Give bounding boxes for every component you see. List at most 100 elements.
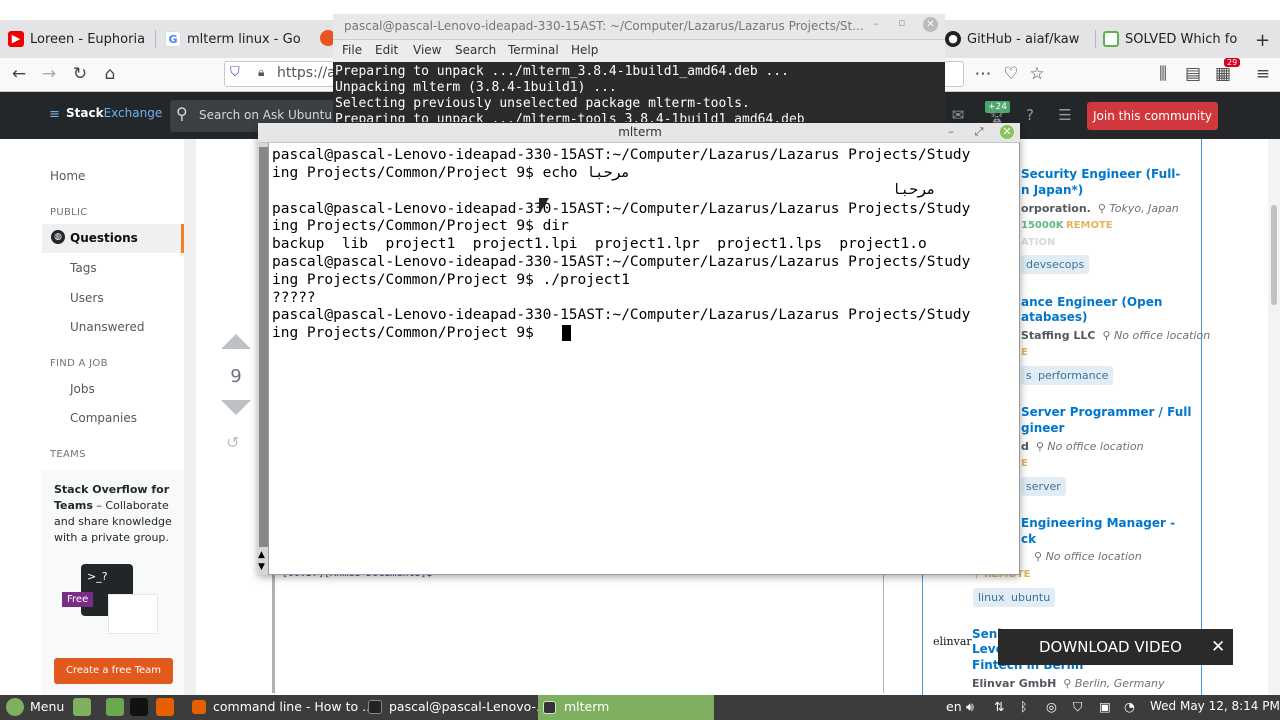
tab-label: Loreen - Euphoria — [30, 31, 146, 47]
create-team-button[interactable]: Create a free Team — [54, 658, 173, 684]
tab-github[interactable]: ● GitHub - aiaf/kaw — [945, 25, 1095, 53]
elinvar-logo: elinvar — [933, 635, 972, 648]
bluetooth-icon[interactable]: ᛒ — [1020, 699, 1028, 714]
join-community-button[interactable]: Join this community — [1087, 102, 1218, 130]
stackexchange-logo-icon: ≡ — [49, 107, 60, 122]
shield-icon[interactable]: ⛉ — [1073, 699, 1082, 715]
mlterm-scrollbar-thumb[interactable] — [259, 147, 268, 547]
pocket-icon[interactable]: ♡ — [998, 62, 1024, 86]
teams-promo-text: Stack Overflow for Teams – Collaborate a… — [54, 483, 172, 544]
nav-users[interactable]: Users — [70, 291, 104, 305]
minimize-icon[interactable]: – — [873, 17, 879, 30]
teams-card-icon — [108, 594, 158, 634]
job-company: Elinvar GmbH ⚲ Berlin, Germany — [972, 677, 1165, 690]
terminal-icon — [368, 700, 382, 714]
task-terminal[interactable]: pascal@pascal-Lenovo-... — [389, 699, 548, 714]
maximize-icon[interactable]: ▫ — [898, 16, 905, 29]
lock-icon[interactable]: 🔒︎ — [258, 65, 264, 80]
github-icon: ● — [945, 31, 961, 47]
terminal-output-line: Selecting previously unselected package … — [335, 96, 750, 111]
wifi-icon[interactable]: ◔ — [1124, 699, 1135, 714]
tab-mlterm-google[interactable]: G mlterm linux - Go ✕ — [165, 25, 305, 53]
job-title[interactable]: Server Programmer / Full — [1021, 405, 1192, 419]
new-tab-button[interactable]: + — [1255, 30, 1270, 51]
job-tag[interactable]: linux — [973, 588, 1010, 607]
nav-jobs[interactable]: Jobs — [70, 382, 95, 396]
close-icon[interactable]: ✕ — [923, 17, 938, 32]
job-extra: ATION — [1021, 237, 1056, 248]
downvote-icon[interactable] — [221, 400, 251, 415]
job-tag[interactable]: performance — [1033, 366, 1114, 385]
minimize-icon[interactable]: – — [944, 125, 958, 139]
menu-icon[interactable]: ≡ — [1250, 62, 1276, 86]
job-title[interactable]: atabases) — [1021, 310, 1088, 324]
maximize-icon[interactable]: ⤢ — [972, 125, 986, 139]
job-tag[interactable]: server — [1021, 477, 1066, 496]
nav-unanswered[interactable]: Unanswered — [70, 320, 144, 334]
nav-home[interactable]: Home — [50, 169, 85, 183]
globe-icon: ◍ — [51, 230, 65, 244]
clipboard-icon[interactable]: ▣ — [1099, 699, 1111, 714]
job-title[interactable]: ck — [1021, 532, 1036, 546]
job-title[interactable]: n Japan*) — [1021, 183, 1083, 197]
terminal-output-line: Preparing to unpack .../mlterm_3.8.4-1bu… — [335, 64, 789, 79]
nav-companies[interactable]: Companies — [70, 411, 137, 425]
job-title[interactable]: Security Engineer (Full- — [1021, 167, 1180, 181]
more-actions-icon[interactable]: ⋯ — [970, 62, 996, 86]
menu-file[interactable]: File — [342, 43, 362, 57]
firefox-icon[interactable] — [156, 698, 174, 716]
nav-questions[interactable]: Questions — [70, 231, 138, 245]
tab-solved[interactable]: SOLVED Which fo ✕ — [1103, 25, 1243, 53]
start-menu[interactable]: Menu — [30, 699, 64, 714]
library-icon[interactable]: ⫼ — [1150, 62, 1176, 86]
menu-terminal[interactable]: Terminal — [508, 43, 559, 57]
update-icon[interactable]: ◎ — [1046, 699, 1057, 714]
background-terminal-title: pascal@pascal-Lenovo-ideapad-330-15AST: … — [344, 19, 864, 33]
stackexchange-logo[interactable]: StackExchange — [66, 106, 162, 120]
shield-icon[interactable]: ⛉ — [230, 65, 240, 80]
volume-icon[interactable]: 🔊︎ — [966, 699, 974, 715]
show-desktop-icon[interactable] — [73, 698, 91, 716]
site-switcher-icon[interactable]: ☰ — [1054, 106, 1076, 126]
page-scrollbar-thumb[interactable] — [1271, 205, 1277, 305]
menu-help[interactable]: Help — [571, 43, 598, 57]
files-icon[interactable] — [106, 698, 124, 716]
upvote-icon[interactable] — [221, 334, 251, 349]
job-tag[interactable]: ubuntu — [1006, 588, 1056, 607]
job-title[interactable]: ance Engineer (Open — [1021, 295, 1162, 309]
close-icon[interactable]: ✕ — [1000, 125, 1014, 139]
tab-label: GitHub - aiaf/kaw — [967, 31, 1080, 47]
vpn-icon[interactable]: ⇅ — [994, 699, 1004, 714]
back-icon[interactable]: ← — [6, 62, 32, 86]
keyboard-layout[interactable]: en — [946, 699, 962, 714]
sidebar-icon[interactable]: ▤ — [1180, 62, 1206, 86]
mint-menu-icon[interactable] — [6, 698, 24, 716]
job-tag[interactable]: devsecops — [1021, 255, 1090, 274]
job-title[interactable]: gineer — [1021, 421, 1064, 435]
bookmark-star-icon[interactable]: ☆ — [1024, 62, 1050, 86]
background-terminal-body — [272, 575, 884, 693]
terminal-icon[interactable] — [130, 698, 148, 716]
nav-tags[interactable]: Tags — [70, 261, 97, 275]
task-mlterm[interactable]: mlterm — [564, 699, 609, 714]
terminal-output-line: Preparing to unpack .../mlterm-tools_3.8… — [335, 112, 805, 122]
reload-icon[interactable]: ↻ — [67, 62, 93, 86]
scroll-up-icon[interactable]: ▲ — [258, 550, 265, 560]
job-title[interactable]: Engineering Manager - — [1021, 516, 1175, 530]
download-video-button[interactable]: DOWNLOAD VIDEO — [998, 629, 1233, 665]
task-firefox[interactable]: command line - How to ... — [213, 699, 374, 714]
forward-icon[interactable]: → — [36, 62, 62, 86]
close-icon[interactable]: ✕ — [1211, 637, 1225, 657]
help-icon[interactable]: ? — [1019, 106, 1041, 126]
scroll-down-icon[interactable]: ▼ — [258, 562, 265, 572]
terminal-line: pascal@pascal-Lenovo-ideapad-330-15AST:~… — [272, 307, 971, 323]
terminal-line: pascal@pascal-Lenovo-ideapad-330-15AST:~… — [272, 201, 971, 217]
tab-loreen[interactable]: ▶ Loreen - Euphoria ✕ — [8, 25, 148, 53]
history-icon[interactable]: ↺ — [226, 433, 239, 452]
home-icon[interactable]: ⌂ — [97, 62, 123, 86]
menu-view[interactable]: View — [413, 43, 441, 57]
menu-edit[interactable]: Edit — [375, 43, 398, 57]
job-salary: 15000K — [1021, 220, 1064, 231]
menu-search[interactable]: Search — [455, 43, 496, 57]
clock[interactable]: Wed May 12, 8:14 PM — [1150, 699, 1280, 713]
